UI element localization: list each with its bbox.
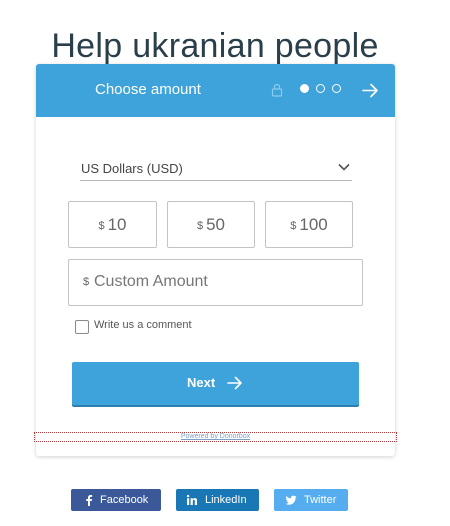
chevron-down-icon <box>338 163 350 171</box>
share-facebook-label: Facebook <box>100 494 149 506</box>
step-dot-icon <box>332 84 341 93</box>
step-dot-icon <box>300 84 309 93</box>
amount-value: 100 <box>299 215 328 234</box>
amount-button-50[interactable]: $50 <box>167 201 255 248</box>
donation-widget: Choose amount US Dollars (USD) $10 $50 $… <box>36 64 395 456</box>
custom-amount-placeholder: Custom Amount <box>94 273 208 290</box>
facebook-icon <box>86 495 93 506</box>
amount-value: 50 <box>206 215 226 234</box>
comment-checkbox[interactable] <box>75 320 89 334</box>
lock-icon <box>271 83 283 97</box>
widget-header: Choose amount <box>36 64 395 117</box>
arrow-right-icon <box>227 376 242 390</box>
amount-currency: $ <box>196 220 204 232</box>
linkedin-icon <box>186 494 197 505</box>
currency-select[interactable]: US Dollars (USD) <box>80 154 352 181</box>
currency-selected-value: US Dollars (USD) <box>81 161 183 176</box>
share-facebook-button[interactable]: Facebook <box>71 489 161 511</box>
next-button-label: Next <box>187 375 216 390</box>
next-button[interactable]: Next <box>72 362 359 405</box>
amount-value: 10 <box>107 215 127 234</box>
step-dot-icon <box>316 84 325 93</box>
custom-amount-currency: $ <box>83 276 90 288</box>
comment-label[interactable]: Write us a comment <box>94 319 192 331</box>
custom-amount-input[interactable]: $ Custom Amount <box>68 259 363 306</box>
amount-currency: $ <box>290 220 297 232</box>
share-linkedin-label: LinkedIn <box>205 494 247 506</box>
powered-by-container: Powered by Donorbox <box>34 432 397 442</box>
powered-by-link[interactable]: Powered by Donorbox <box>35 433 396 441</box>
amount-button-10[interactable]: $10 <box>68 201 157 248</box>
amount-currency: $ <box>98 220 105 232</box>
page-title: Help ukranian people <box>51 26 379 65</box>
twitter-icon <box>285 495 297 505</box>
arrow-right-icon[interactable] <box>362 82 379 99</box>
header-title: Choose amount <box>95 81 201 98</box>
share-twitter-button[interactable]: Twitter <box>274 489 348 511</box>
amount-button-100[interactable]: $100 <box>265 201 353 248</box>
share-twitter-label: Twitter <box>304 494 337 506</box>
share-linkedin-button[interactable]: LinkedIn <box>176 489 259 511</box>
